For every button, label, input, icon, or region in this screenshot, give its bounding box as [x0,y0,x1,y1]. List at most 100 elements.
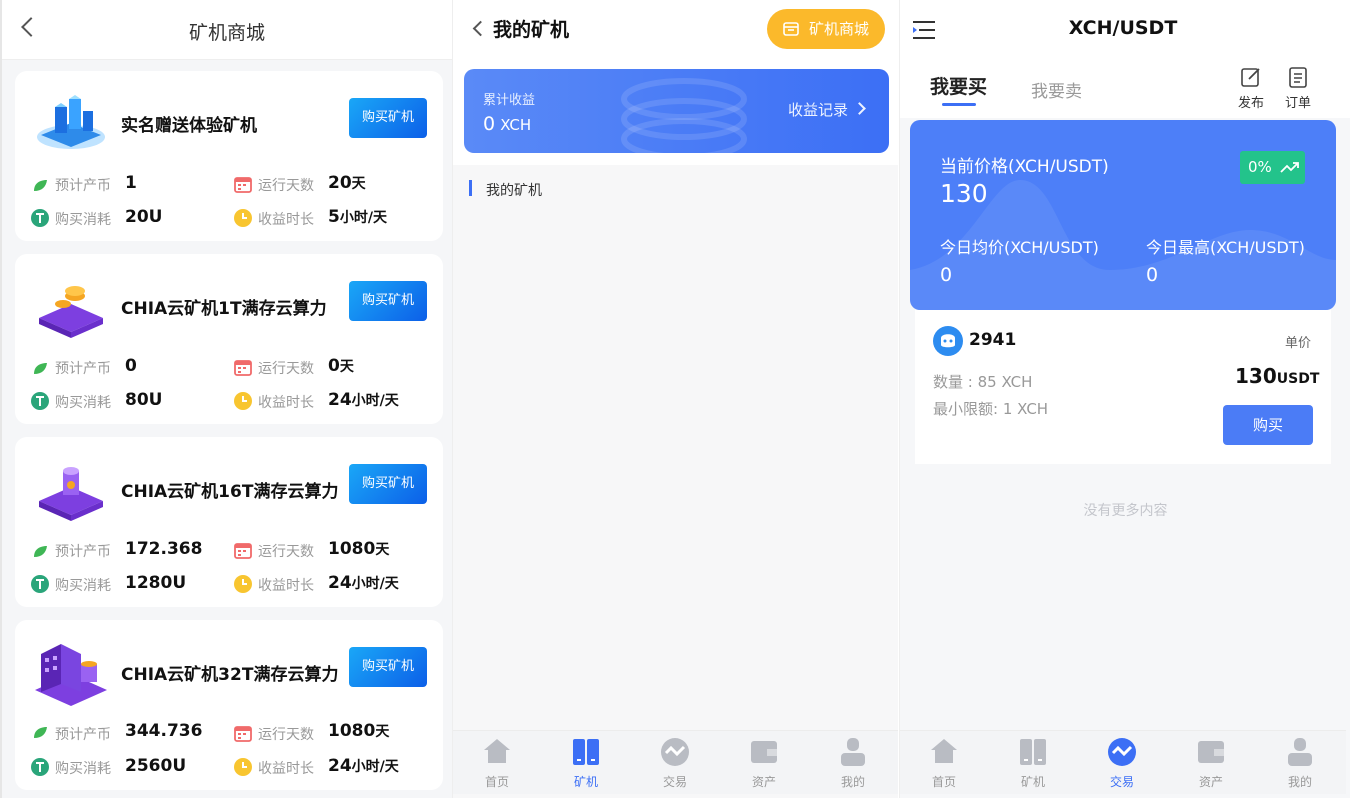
stat-label-cost: 购买消耗 [55,212,111,228]
stat-hours: 24小时/天 [328,573,399,593]
tab-label: 交易 [1109,775,1134,789]
back-icon[interactable] [472,20,489,37]
tab-mine[interactable]: 我的 [1265,737,1335,789]
stat-label-output: 预计产币 [55,361,111,377]
price-card: 当前价格(XCH/USDT) 130 0% 今日均价(XCH/USDT) 0 今… [910,120,1336,310]
stat-label-hours: 收益时长 [258,212,314,228]
section-indicator [469,180,472,196]
tab-miner[interactable]: 矿机 [551,737,621,789]
buy-machine-button[interactable]: 购买矿机 [349,98,427,138]
miner-building-icon [35,644,107,706]
price-wave-decoration [910,180,1336,310]
stat-hours: 24小时/天 [328,390,399,410]
earnings-card: 累计收益 0 XCH 收益记录 [464,69,889,153]
mall-button[interactable]: 矿机商城 [767,9,885,49]
mall-button-label: 矿机商城 [809,20,870,38]
coin-stack-decoration [621,78,747,153]
stat-hours: 24小时/天 [328,756,399,776]
stat-label-days: 运行天数 [258,727,314,743]
leaf-icon [34,363,47,374]
stat-label-hours: 收益时长 [258,395,314,411]
buy-machine-button[interactable]: 购买矿机 [349,281,427,321]
mall-panel: 矿机商城 实名赠送体验矿机 购买矿机 预计产币 1 运行天数 20天 购买消耗 … [0,0,452,798]
avg-price-label: 今日均价(XCH/USDT) [940,238,1099,257]
trade-icon [661,738,689,766]
stat-output: 172.368 [125,539,203,559]
avg-price: 0 [940,264,953,286]
buy-button[interactable]: 购买 [1223,405,1313,445]
stat-cost: 80U [125,390,163,410]
tab-buy[interactable]: 我要买 [930,72,987,99]
stat-label-hours: 收益时长 [258,761,314,777]
change-value: 0% [1248,158,1272,176]
avatar [933,326,963,356]
stat-label-days: 运行天数 [258,544,314,560]
machine-card: CHIA云矿机1T满存云算力 购买矿机 预计产币 0 运行天数 0天 购买消耗 … [15,254,443,424]
stat-days: 20天 [328,173,366,193]
miner-purple-icon [39,286,103,338]
tab-home[interactable]: 首页 [909,737,979,789]
tab-miner[interactable]: 矿机 [998,737,1068,789]
records-link[interactable]: 收益记录 [788,99,848,120]
tab-trade[interactable]: 交易 [640,737,710,789]
tab-mine[interactable]: 我的 [818,737,888,789]
clock-icon [234,209,252,227]
trade-icon [1108,738,1136,766]
wallet-icon [751,741,777,763]
order-card: 2941 单价 数量 : 85 XCH 最小限额: 1 XCH 130USDT … [915,310,1331,464]
section-title: 我的矿机 [486,183,542,199]
page-title: 我的矿机 [493,19,570,41]
change-badge: 0% [1240,151,1305,184]
machine-card: CHIA云矿机16T满存云算力 购买矿机 预计产币 172.368 运行天数 1… [15,437,443,607]
clock-icon [234,758,252,776]
tether-icon [31,209,49,227]
tether-icon [31,575,49,593]
orders-icon [1289,67,1307,88]
order-price: 130USDT [1235,364,1320,388]
stat-cost: 1280U [125,573,187,593]
leaf-icon [34,180,47,191]
stat-label-hours: 收益时长 [258,578,314,594]
machine-name: CHIA云矿机32T满存云算力 [121,665,339,685]
leaf-icon [34,546,47,557]
tab-label: 我的 [840,775,865,789]
tab-assets[interactable]: 资产 [1176,737,1246,789]
current-price: 130 [940,179,988,208]
tab-trade[interactable]: 交易 [1087,737,1157,789]
stat-cost: 20U [125,207,163,227]
tab-label: 交易 [662,775,687,789]
trade-panel: XCH/USDT 我要买 我要卖 发布 订单 当前价格(XCH/USDT) 13… [899,0,1350,798]
stat-output: 0 [125,356,137,376]
trade-header: XCH/USDT 我要买 我要卖 发布 订单 [900,0,1350,118]
my-miner-header: 我的矿机 矿机商城 [453,0,898,60]
buy-machine-button[interactable]: 购买矿机 [349,647,427,687]
order-quantity: 数量 : 85 XCH [933,373,1033,391]
trend-up-icon [1280,162,1299,173]
mall-header: 矿机商城 [2,0,452,60]
stat-days: 1080天 [328,721,390,741]
miner-blue-icon [37,95,105,149]
my-miner-panel: 我的矿机 矿机商城 累计收益 0 XCH 收益记录 我的矿机 首页 矿机 交易 [452,0,898,798]
calendar-icon [234,360,252,376]
stat-label-output: 预计产币 [55,544,111,560]
clock-icon [234,575,252,593]
stat-cost: 2560U [125,756,187,776]
stat-hours: 5小时/天 [328,207,387,227]
machine-name: CHIA云矿机1T满存云算力 [121,299,327,319]
chevron-right-icon[interactable] [853,102,866,115]
tab-sell[interactable]: 我要卖 [1031,77,1082,102]
home-icon [931,739,957,763]
tab-home[interactable]: 首页 [462,737,532,789]
earnings-label: 累计收益 [483,93,536,108]
tab-buy-indicator [942,103,976,106]
machine-card: 实名赠送体验矿机 购买矿机 预计产币 1 运行天数 20天 购买消耗 20U 收… [15,71,443,241]
orders-button[interactable]: 订单 [1281,66,1315,111]
orders-label: 订单 [1284,96,1311,111]
publish-button[interactable]: 发布 [1234,66,1268,111]
order-min-limit: 最小限额: 1 XCH [933,400,1049,418]
high-price-label: 今日最高(XCH/USDT) [1146,238,1305,257]
calendar-icon [234,543,252,559]
buy-machine-button[interactable]: 购买矿机 [349,464,427,504]
stat-output: 1 [125,173,137,193]
tab-assets[interactable]: 资产 [729,737,799,789]
